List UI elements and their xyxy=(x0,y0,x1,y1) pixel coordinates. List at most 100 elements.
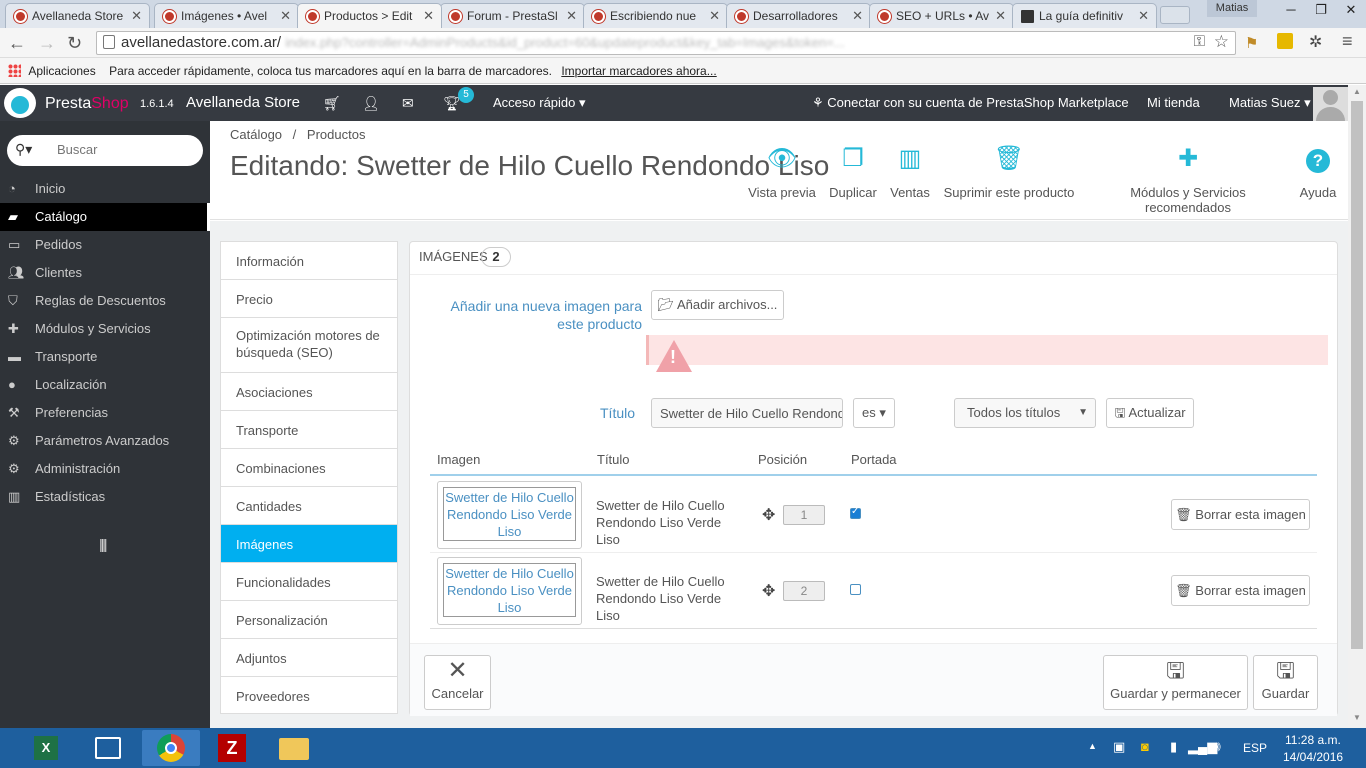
search-box[interactable]: ⚲▾ xyxy=(7,135,203,166)
search-icon[interactable]: ⚲▾ xyxy=(15,141,32,158)
marketplace-link[interactable]: ⚘ Conectar con su cuenta de PrestaShop M… xyxy=(812,95,1129,111)
cover-checkbox[interactable] xyxy=(850,584,861,595)
cart-icon[interactable]: 🛒︎ xyxy=(323,95,341,112)
title-input[interactable] xyxy=(651,398,843,428)
tray-icon[interactable]: ▣ xyxy=(1113,739,1125,755)
cancel-button[interactable]: ✕ Cancelar xyxy=(424,655,491,710)
avatar[interactable] xyxy=(1313,87,1348,121)
star-icon[interactable]: ☆ xyxy=(1214,32,1229,52)
collapse-sidebar-icon[interactable]: |||| xyxy=(99,536,107,552)
input-language[interactable]: ESP xyxy=(1243,741,1267,755)
filezilla-app-icon[interactable]: Z xyxy=(204,730,260,766)
minimize-icon[interactable]: ─ xyxy=(1276,0,1306,20)
chrome-app-icon[interactable] xyxy=(142,730,200,766)
clock-time[interactable]: 11:28 a.m. xyxy=(1285,733,1341,747)
drag-move-icon[interactable]: ✥ xyxy=(762,505,775,525)
back-icon[interactable]: ← xyxy=(8,33,26,54)
sidebar-item-transporte[interactable]: ▬ Transporte xyxy=(0,343,210,371)
envelope-icon[interactable]: ✉ xyxy=(402,95,414,112)
image-thumbnail[interactable]: Swetter de Hilo Cuello Rendondo Liso Ver… xyxy=(437,481,582,549)
sidebar-item-preferencias[interactable]: ⚒ Preferencias xyxy=(0,399,210,427)
my-store-link[interactable]: Mi tienda xyxy=(1147,95,1200,110)
quick-access-menu[interactable]: Acceso rápido ▾ xyxy=(493,95,586,111)
browser-tab[interactable]: Escribiendo nue ✕ xyxy=(583,3,728,28)
sidebar-item-descuentos[interactable]: ⛉ Reglas de Descuentos xyxy=(0,287,210,315)
tab-personalizacion[interactable]: Personalización xyxy=(221,601,397,639)
apps-icon[interactable] xyxy=(8,64,21,77)
extension-icon[interactable] xyxy=(1277,33,1293,49)
sidebar-item-localizacion[interactable]: ● Localización xyxy=(0,371,210,399)
tab-seo[interactable]: Optimización motores de búsqueda (SEO) xyxy=(221,318,397,373)
all-titles-select[interactable]: Todos los títulos ▼ xyxy=(954,398,1096,428)
image-thumbnail[interactable]: Swetter de Hilo Cuello Rendondo Liso Ver… xyxy=(437,557,582,625)
sidebar-item-parametros[interactable]: ⚙ Parámetros Avanzados xyxy=(0,427,210,455)
sidebar-item-catalogo[interactable]: ▰ Catálogo xyxy=(0,203,210,231)
browser-tab[interactable]: Forum - PrestaSl ✕ xyxy=(440,3,585,28)
reload-icon[interactable]: ↻ xyxy=(67,33,82,54)
battery-icon[interactable]: ▮ xyxy=(1170,739,1177,755)
tab-cantidades[interactable]: Cantidades xyxy=(221,487,397,525)
apps-link[interactable]: Aplicaciones xyxy=(28,64,95,78)
sidebar-item-inicio[interactable]: ◔ Inicio xyxy=(0,175,210,203)
tab-precio[interactable]: Precio xyxy=(221,280,397,318)
delete-image-button[interactable]: 🗑︎ Borrar esta imagen xyxy=(1171,575,1310,606)
file-explorer-app-icon[interactable] xyxy=(266,730,322,766)
url-input[interactable]: avellanedastore.com.ar/ index.php?contro… xyxy=(96,31,1236,55)
sidebar-item-administracion[interactable]: ⚙ Administración xyxy=(0,455,210,483)
help-button[interactable]: ? Ayuda xyxy=(1299,143,1337,200)
user-menu[interactable]: Matias Suez ▾ xyxy=(1229,95,1311,111)
clock-date[interactable]: 14/04/2016 xyxy=(1283,750,1343,764)
browser-tab[interactable]: SEO + URLs • Av ✕ xyxy=(869,3,1014,28)
tab-imagenes[interactable]: Imágenes xyxy=(221,525,397,563)
user-icon[interactable]: 👤︎ xyxy=(362,95,380,112)
delete-image-button[interactable]: 🗑︎ Borrar esta imagen xyxy=(1171,499,1310,530)
tab-transporte[interactable]: Transporte xyxy=(221,411,397,449)
sidebar-item-pedidos[interactable]: ▭ Pedidos xyxy=(0,231,210,259)
excel-app-icon[interactable]: X xyxy=(18,730,74,766)
language-dropdown[interactable]: es ▾ xyxy=(853,398,895,428)
sidebar-item-modulos[interactable]: ✚ Módulos y Servicios xyxy=(0,315,210,343)
save-button[interactable]: 🖫 Guardar xyxy=(1253,655,1318,710)
browser-tab-active[interactable]: Productos > Edit ✕ xyxy=(297,3,442,28)
close-icon[interactable]: ✕ xyxy=(995,8,1006,24)
extension-icon[interactable]: ⚑ xyxy=(1245,34,1258,52)
extension-icon[interactable]: ✲ xyxy=(1309,32,1322,52)
delete-product-button[interactable]: 🗑︎ Suprimir este producto xyxy=(943,143,1075,200)
browser-tab[interactable]: Desarrolladores ✕ xyxy=(726,3,871,28)
close-icon[interactable]: ✕ xyxy=(1138,8,1149,24)
close-icon[interactable]: ✕ xyxy=(852,8,863,24)
snipping-app-icon[interactable] xyxy=(80,730,136,766)
store-name[interactable]: Avellaneda Store xyxy=(186,94,300,111)
key-icon[interactable]: ⚿ xyxy=(1194,33,1205,50)
close-icon[interactable]: ✕ xyxy=(280,8,291,24)
search-input[interactable] xyxy=(57,142,192,157)
sidebar-item-estadisticas[interactable]: ▥ Estadísticas xyxy=(0,483,210,511)
add-files-button[interactable]: 📂︎ Añadir archivos... xyxy=(651,290,784,320)
close-window-icon[interactable]: ✕ xyxy=(1336,0,1366,20)
tab-asociaciones[interactable]: Asociaciones xyxy=(221,373,397,411)
show-hidden-icons[interactable]: ▲ xyxy=(1088,741,1097,751)
sales-button[interactable]: ▥ Ventas xyxy=(889,143,931,200)
browser-tab[interactable]: Avellaneda Store ✕ xyxy=(5,3,150,28)
import-bookmarks-link[interactable]: Importar marcadores ahora... xyxy=(561,64,716,78)
save-and-stay-button[interactable]: 🖫 Guardar y permanecer xyxy=(1103,655,1248,710)
update-button[interactable]: 🖫 Actualizar xyxy=(1106,398,1194,428)
tab-funcionalidades[interactable]: Funcionalidades xyxy=(221,563,397,601)
page-scrollbar[interactable]: ▲ ▼ xyxy=(1348,85,1366,728)
preview-button[interactable]: 👁︎ Vista previa xyxy=(748,143,816,200)
tab-proveedores[interactable]: Proveedores xyxy=(221,677,397,714)
tray-icon[interactable]: ◙ xyxy=(1141,739,1149,754)
duplicate-button[interactable]: ❐ Duplicar xyxy=(827,143,879,200)
close-icon[interactable]: ✕ xyxy=(709,8,720,24)
browser-tab[interactable]: La guía definitiv ✕ xyxy=(1012,3,1157,28)
sidebar-item-clientes[interactable]: 👥︎ Clientes xyxy=(0,259,210,287)
drag-move-icon[interactable]: ✥ xyxy=(762,581,775,601)
prestashop-logo[interactable] xyxy=(4,88,36,118)
forward-icon[interactable]: → xyxy=(38,33,56,54)
menu-icon[interactable]: ≡ xyxy=(1342,31,1353,52)
browser-tab[interactable]: Imágenes • Avel ✕ xyxy=(154,3,299,28)
close-icon[interactable]: ✕ xyxy=(131,8,142,24)
tab-combinaciones[interactable]: Combinaciones xyxy=(221,449,397,487)
cover-checkbox-checked[interactable]: ✓ xyxy=(850,506,861,519)
volume-icon[interactable]: 🔊︎ xyxy=(1212,738,1221,755)
